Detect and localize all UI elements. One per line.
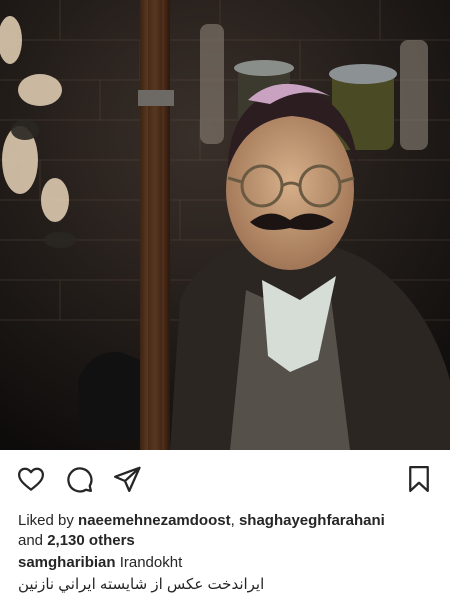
- caption-text-persian: ايراندخت عكس از شايسته ايراني نازنين: [18, 576, 265, 593]
- likes-prefix: Liked by: [18, 512, 79, 529]
- caption-text: Irandokht: [115, 554, 183, 571]
- likes-and: and: [18, 532, 48, 549]
- paper-plane-icon: [114, 466, 141, 492]
- like-button[interactable]: [16, 464, 46, 494]
- photo-illustration: [0, 0, 450, 450]
- liker-username-2[interactable]: shaghayeghfarahani: [239, 512, 385, 529]
- likes-separator: ,: [230, 512, 239, 529]
- share-button[interactable]: [112, 464, 142, 494]
- liker-username-1[interactable]: naeemehnezamdoost: [78, 512, 231, 529]
- likes-others-link[interactable]: 2,130 others: [47, 532, 135, 549]
- post-photo[interactable]: [0, 0, 450, 450]
- bookmark-outline-icon: [409, 466, 429, 492]
- likes-summary: Liked by naeemehnezamdoost, shaghayeghfa…: [18, 511, 438, 551]
- save-button[interactable]: [404, 464, 434, 494]
- heart-outline-icon: [18, 467, 44, 491]
- caption-author-username[interactable]: samgharibian: [18, 554, 116, 571]
- post-caption: samgharibian Irandokht: [18, 553, 438, 573]
- comment-button[interactable]: [64, 464, 94, 494]
- post-actions-bar: [0, 450, 450, 504]
- speech-bubble-icon: [67, 467, 93, 493]
